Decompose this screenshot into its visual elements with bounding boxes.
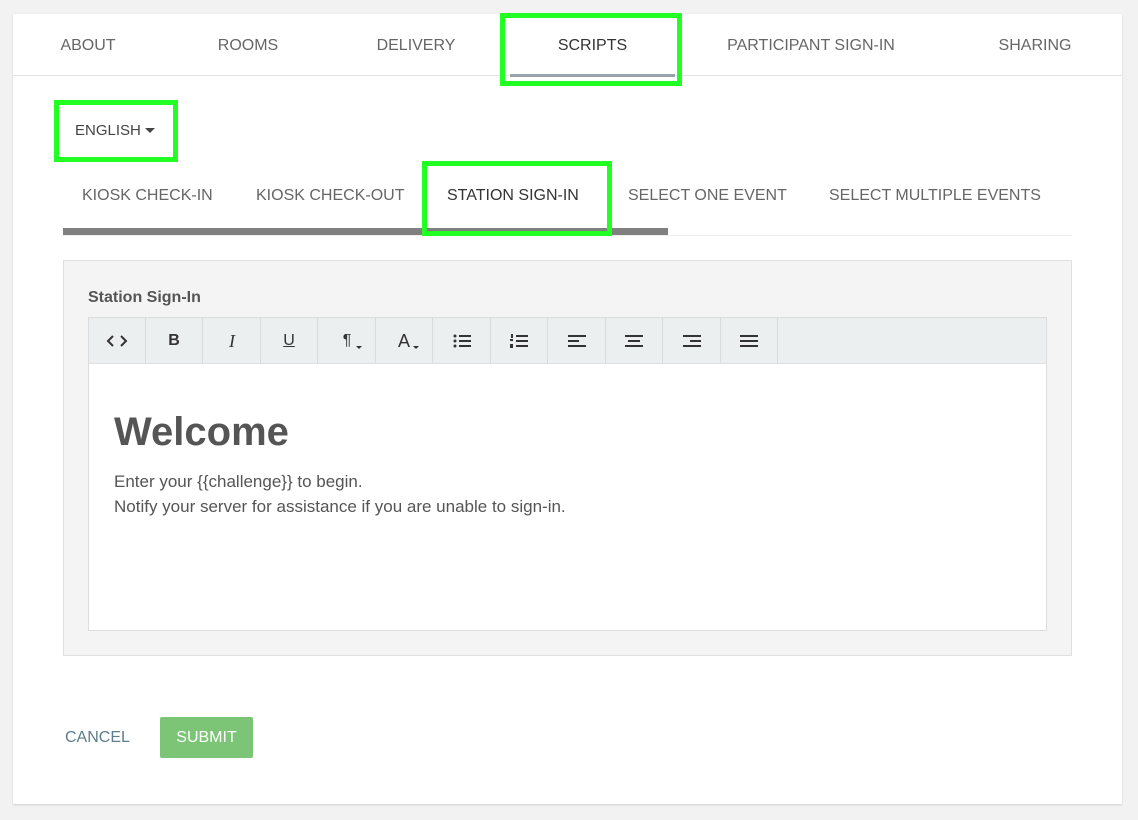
editor-toolbar: B I U ¶ A — [89, 318, 1046, 364]
caret-down-icon — [356, 346, 362, 349]
bullet-list-icon — [453, 334, 471, 348]
justify-button[interactable] — [721, 318, 778, 364]
justify-icon — [740, 334, 758, 348]
caret-down-icon — [413, 346, 419, 349]
tab-participant-sign-in[interactable]: PARTICIPANT SIGN-IN — [713, 14, 909, 76]
align-right-icon — [683, 334, 701, 348]
top-tab-bar: ABOUT ROOMS DELIVERY SCRIPTS PARTICIPANT… — [13, 14, 1122, 77]
ordered-list-button[interactable] — [491, 318, 548, 364]
subtab-kiosk-check-in[interactable]: KIOSK CHECK-IN — [82, 174, 213, 234]
align-right-button[interactable] — [664, 318, 721, 364]
editor-title: Station Sign-In — [88, 289, 201, 306]
tab-scripts[interactable]: SCRIPTS — [510, 14, 675, 77]
align-left-button[interactable] — [549, 318, 606, 364]
numbered-list-icon — [510, 334, 528, 348]
font-color-icon: A — [397, 330, 410, 351]
cancel-button[interactable]: CANCEL — [65, 717, 130, 758]
bold-button[interactable]: B — [146, 318, 203, 364]
tab-scripts-label: SCRIPTS — [557, 37, 628, 54]
content-line-1: Enter your {{challenge}} to begin. — [114, 472, 363, 491]
align-center-button[interactable] — [606, 318, 663, 364]
paragraph-icon: ¶ — [342, 332, 352, 349]
tab-sharing[interactable]: SHARING — [983, 14, 1087, 76]
submit-button[interactable]: SUBMIT — [160, 717, 253, 758]
font-color-button[interactable]: A — [376, 318, 433, 364]
align-center-icon — [625, 334, 643, 348]
editor-panel: Station Sign-In B I U ¶ A Welcome Enter … — [63, 260, 1072, 656]
tab-about[interactable]: ABOUT — [43, 14, 133, 76]
italic-icon: I — [229, 330, 235, 351]
italic-button[interactable]: I — [204, 318, 261, 364]
paragraph-style-button[interactable]: ¶ — [319, 318, 376, 364]
content-line-2: Notify your server for assistance if you… — [114, 497, 566, 516]
underline-icon: U — [283, 332, 295, 349]
subtab-select-multiple-events[interactable]: SELECT MULTIPLE EVENTS — [829, 174, 1041, 234]
caret-down-icon — [144, 127, 155, 133]
editor-content[interactable]: Welcome Enter your {{challenge}} to begi… — [89, 364, 1046, 630]
tab-delivery[interactable]: DELIVERY — [363, 14, 469, 76]
align-left-icon — [568, 334, 586, 348]
subtab-station-sign-in[interactable]: STATION SIGN-IN — [447, 174, 579, 234]
rich-text-editor: B I U ¶ A Welcome Enter your {{challenge… — [88, 317, 1047, 631]
code-icon — [106, 334, 128, 348]
underline-button[interactable]: U — [261, 318, 318, 364]
tab-rooms[interactable]: ROOMS — [203, 14, 293, 76]
script-type-tabs: KIOSK CHECK-IN KIOSK CHECK-OUT STATION S… — [63, 174, 1072, 236]
subtab-select-one-event[interactable]: SELECT ONE EVENT — [628, 174, 787, 234]
language-selected: ENGLISH — [75, 122, 141, 139]
bold-icon: B — [168, 332, 180, 349]
language-dropdown[interactable]: ENGLISH — [62, 108, 170, 152]
tab-scripts-underline — [510, 74, 675, 77]
code-view-button[interactable] — [89, 318, 146, 364]
unordered-list-button[interactable] — [434, 318, 491, 364]
subtab-kiosk-check-out[interactable]: KIOSK CHECK-OUT — [256, 174, 404, 234]
scripts-card: ABOUT ROOMS DELIVERY SCRIPTS PARTICIPANT… — [13, 14, 1122, 804]
content-heading: Welcome — [114, 410, 289, 454]
